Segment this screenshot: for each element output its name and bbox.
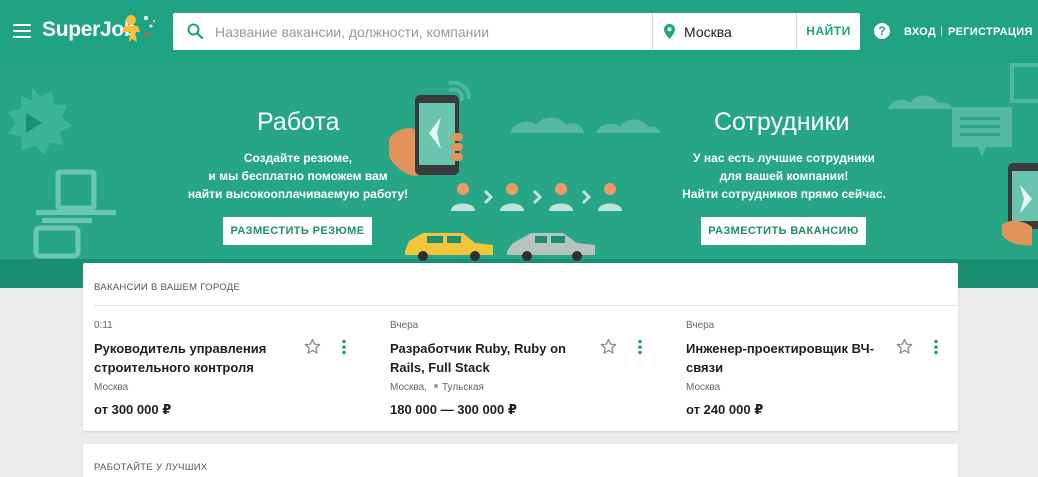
vacancy-time: Вчера <box>686 320 715 331</box>
help-icon[interactable]: ? <box>874 23 890 39</box>
vacancy-time: 0:11 <box>94 320 113 331</box>
location-pin-icon <box>664 24 675 39</box>
vacancy-salary: от 240 000 ₽ <box>686 402 764 417</box>
vacancy-title[interactable]: Инженер-проектировщик ВЧ-связи <box>686 339 896 377</box>
vacancies-section-title: ВАКАНСИИ В ВАШЕМ ГОРОДЕ <box>94 282 241 293</box>
vacancy-title[interactable]: Разработчик Ruby, Ruby on Rails, Full St… <box>390 339 600 377</box>
hero-right-line: для вашей компании! <box>719 169 849 183</box>
hero-left-title: Работа <box>257 108 340 136</box>
play-badge-icon <box>8 87 72 155</box>
location-field[interactable]: Москва <box>684 24 732 40</box>
find-button[interactable]: НАЙТИ <box>797 13 860 50</box>
register-link[interactable]: РЕГИСТРАЦИЯ <box>948 26 1033 38</box>
vacancy-city: Москва <box>94 382 129 393</box>
vacancy-city: Москва <box>686 382 721 393</box>
more-vert-icon[interactable] <box>338 339 350 355</box>
hero-right-text: У нас есть лучшие сотрудники для вашей к… <box>664 149 904 203</box>
star-icon[interactable] <box>303 337 322 356</box>
chat-bubble-icon <box>952 107 1012 157</box>
vacancy-item: Вчера Инженер-проектировщик ВЧ-связи Мос… <box>686 318 961 428</box>
search-divider <box>652 13 653 50</box>
post-resume-button[interactable]: РАЗМЕСТИТЬ РЕЗЮМЕ <box>223 217 372 245</box>
more-vert-icon[interactable] <box>634 339 646 355</box>
vacancy-time: Вчера <box>390 320 419 331</box>
hero-right-line: Найти сотрудников прямо сейчас. <box>682 187 886 201</box>
login-link[interactable]: ВХОД <box>904 26 936 38</box>
menu-icon[interactable] <box>13 24 31 38</box>
yellow-car-icon <box>405 233 493 261</box>
vacancy-salary: 180 000 — 300 000 ₽ <box>390 402 517 417</box>
vacancy-title[interactable]: Руководитель управления строительного ко… <box>94 339 304 377</box>
hero-left-line: найти высокооплачиваемую работу! <box>187 187 409 201</box>
star-icon[interactable] <box>895 337 914 356</box>
section-divider <box>94 305 958 306</box>
best-employers-card: РАБОТАЙТЕ У ЛУЧШИХ <box>83 444 958 477</box>
star-icon[interactable] <box>599 337 618 356</box>
post-vacancy-button[interactable]: РАЗМЕСТИТЬ ВАКАНСИЮ <box>701 217 866 245</box>
vacancy-salary: от 300 000 ₽ <box>94 402 172 417</box>
best-employers-title: РАБОТАЙТЕ У ЛУЧШИХ <box>94 462 208 473</box>
vacancy-item: Вчера Разработчик Ruby, Ruby on Rails, F… <box>390 318 665 428</box>
hero-right-line: У нас есть лучшие сотрудники <box>693 151 875 165</box>
hero-left-line: и мы бесплатно поможем вам <box>208 169 388 183</box>
top-header: SuperJob Москва НАЙТИ ? ВХОД | РЕГИСТРАЦ… <box>0 0 1038 63</box>
vacancy-metro: Тульская <box>434 382 484 393</box>
phone-hand-right-icon <box>1002 163 1038 246</box>
gingerbread-logo-icon <box>122 15 156 42</box>
search-bar: Москва НАЙТИ <box>173 13 860 50</box>
vacancies-card: ВАКАНСИИ В ВАШЕМ ГОРОДЕ 0:11 Руководител… <box>83 263 958 431</box>
vacancy-item: 0:11 Руководитель управления строительно… <box>94 318 369 428</box>
auth-separator: | <box>940 25 943 37</box>
clouds-icon <box>510 117 660 133</box>
hero-banner: Работа Создайте резюме, и мы бесплатно п… <box>0 63 1038 288</box>
more-vert-icon[interactable] <box>930 339 942 355</box>
chair-icon <box>33 169 116 259</box>
grey-car-icon <box>507 233 595 261</box>
hero-right-title: Сотрудники <box>714 108 850 136</box>
search-icon[interactable] <box>187 23 203 39</box>
people-chain-icon <box>451 183 622 211</box>
window-icon <box>1010 63 1038 103</box>
hero-left-line: Создайте резюме, <box>243 151 353 165</box>
vacancy-city: Москва, <box>390 382 427 393</box>
hero-left-text: Создайте резюме, и мы бесплатно поможем … <box>178 149 418 203</box>
cloud-icon <box>888 95 952 109</box>
